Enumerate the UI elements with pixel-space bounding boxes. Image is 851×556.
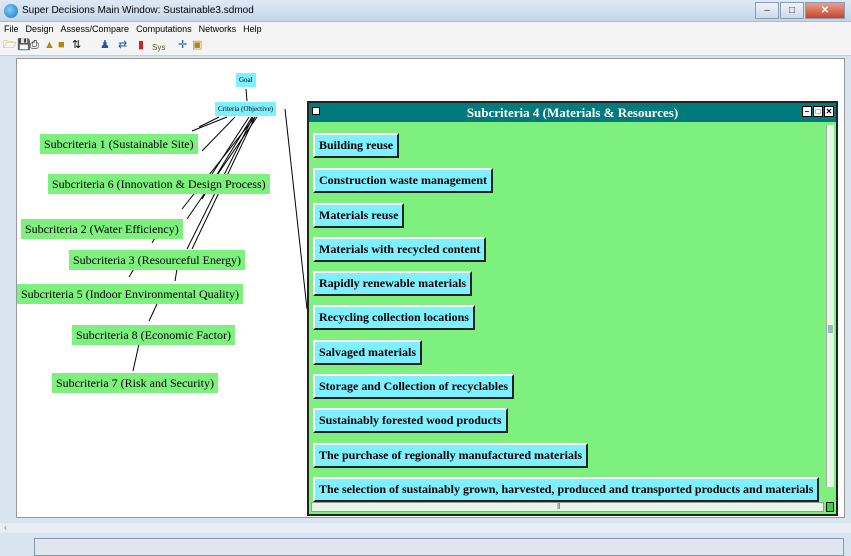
subcriteria-node[interactable]: Subcriteria 3 (Resourceful Energy) — [69, 250, 246, 270]
link-icon[interactable]: ⇅ — [72, 39, 81, 52]
alternative-item[interactable]: The purchase of regionally manufactured … — [313, 443, 588, 468]
subwindow-title[interactable]: Subcriteria 4 (Materials & Resources) — [309, 103, 836, 122]
alternative-item[interactable]: Storage and Collection of recyclables — [313, 374, 515, 399]
alternative-item[interactable]: Construction waste management — [313, 168, 493, 193]
link-goal-criteria — [245, 88, 248, 102]
subcriteria-node[interactable]: Subcriteria 5 (Indoor Environmental Qual… — [17, 284, 243, 304]
alternative-item[interactable]: Materials reuse — [313, 203, 405, 228]
link-criteria-sub4 — [284, 108, 308, 310]
link-sub5-sub8 — [148, 303, 158, 322]
alternative-item[interactable]: Materials with recycled content — [313, 237, 487, 262]
subwindow-vertical-scrollbar[interactable] — [826, 125, 834, 487]
app-icon — [4, 4, 18, 18]
menu-design[interactable]: Design — [26, 22, 54, 36]
new-node-icon[interactable]: ▲ — [44, 39, 55, 52]
open-folder-icon[interactable]: 🗁 — [3, 39, 17, 52]
link-sub3-sub5b — [174, 268, 178, 282]
hierarchy-icon[interactable]: ♟ — [100, 39, 110, 52]
subwindow-resize-grip[interactable] — [826, 502, 834, 512]
bar-chart-icon[interactable]: ▮ — [138, 39, 144, 52]
alternative-item[interactable]: Building reuse — [313, 133, 400, 158]
alternative-item[interactable]: Salvaged materials — [313, 340, 422, 365]
window-title: Super Decisions Main Window: Sustainable… — [22, 5, 254, 16]
network-icon[interactable]: ⇄ — [118, 39, 127, 52]
menu-networks[interactable]: Networks — [199, 22, 237, 36]
menu-file[interactable]: File — [4, 22, 19, 36]
subwindow-maximize-button[interactable]: □ — [813, 106, 823, 117]
goal-node[interactable]: Goal — [236, 73, 256, 87]
scrollbar-thumb[interactable] — [828, 325, 833, 333]
subcriteria-node[interactable]: Subcriteria 6 (Innovation & Design Proce… — [48, 174, 270, 194]
subcriteria-node[interactable]: Subcriteria 1 (Sustainable Site) — [40, 134, 198, 154]
title-bar: Super Decisions Main Window: Sustainable… — [0, 0, 851, 22]
subwindow-minimize-button[interactable]: – — [802, 106, 812, 117]
report-icon[interactable]: ▣ — [192, 39, 202, 52]
subwindow-horizontal-scrollbar[interactable]: ‖ — [311, 502, 824, 512]
link-sub8-sub7 — [132, 343, 140, 372]
menu-computations[interactable]: Computations — [136, 22, 192, 36]
link-criteria-sub2b — [186, 116, 258, 220]
minimize-button[interactable]: – — [755, 2, 779, 19]
link-criteria-sub1 — [191, 116, 228, 132]
pointer-icon[interactable]: ✛ — [178, 39, 187, 52]
canvas-horizontal-scrollbar[interactable]: ‹ — [0, 523, 851, 533]
toolbar: 🗁 💾 ⎙ ▲ ■ ⇅ ♟ ⇄ ▮ Sys ✛ ▣ — [0, 36, 851, 56]
alternative-item[interactable]: Recycling collection locations — [313, 305, 475, 330]
subwindow-close-button[interactable]: ✕ — [824, 106, 834, 117]
cluster-icon[interactable]: ■ — [58, 39, 65, 52]
window-controls: – □ ✕ — [755, 2, 845, 19]
subcriteria-window[interactable]: Subcriteria 4 (Materials & Resources) – … — [307, 101, 838, 516]
subcriteria-node[interactable]: Subcriteria 2 (Water Efficiency) — [21, 219, 183, 239]
menu-assess-compare[interactable]: Assess/Compare — [61, 22, 130, 36]
scrollbar-grip-icon: ‖ — [557, 502, 561, 511]
alternative-item[interactable]: Rapidly renewable materials — [313, 271, 473, 296]
close-button[interactable]: ✕ — [805, 2, 845, 19]
status-bar — [34, 538, 844, 556]
subwindow-controls: – □ ✕ — [802, 106, 834, 117]
print-icon[interactable]: ⎙ — [30, 39, 39, 52]
menu-bar: File Design Assess/Compare Computations … — [0, 22, 851, 36]
alternative-item[interactable]: Sustainably forested wood products — [313, 408, 508, 433]
subcriteria-node[interactable]: Subcriteria 8 (Economic Factor) — [72, 325, 235, 345]
criteria-node[interactable]: Criteria (Objective) — [215, 102, 277, 116]
link-criteria-sub6 — [211, 116, 250, 175]
sys-button[interactable]: Sys — [152, 41, 165, 54]
save-icon[interactable]: 💾 — [17, 39, 31, 52]
menu-help[interactable]: Help — [243, 22, 262, 36]
alternative-item[interactable]: The selection of sustainably grown, harv… — [313, 477, 820, 502]
link-criteria-sub1c — [198, 116, 220, 128]
scroll-left-arrow-icon[interactable]: ‹ — [4, 523, 7, 532]
maximize-button[interactable]: □ — [780, 2, 804, 19]
subwindow-menu-icon[interactable] — [312, 107, 320, 115]
subcriteria-node[interactable]: Subcriteria 7 (Risk and Security) — [52, 373, 218, 393]
